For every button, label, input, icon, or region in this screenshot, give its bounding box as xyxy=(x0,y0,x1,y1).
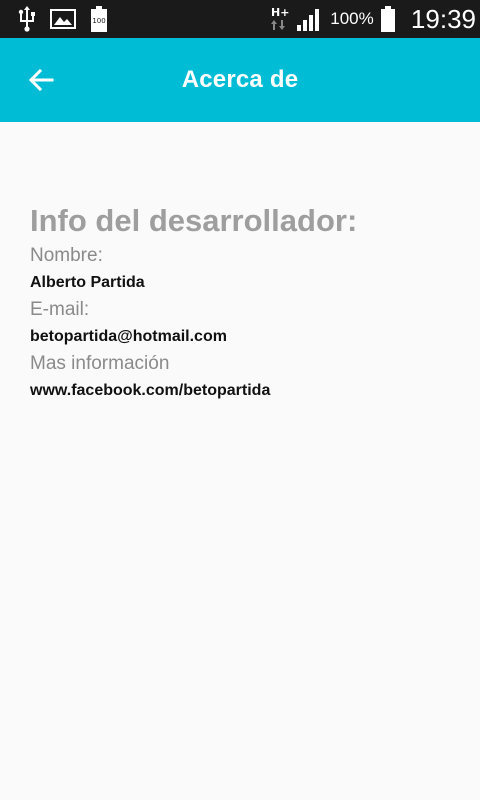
facebook-link[interactable]: www.facebook.com/betopartida xyxy=(30,378,460,404)
usb-icon xyxy=(14,0,40,38)
back-button[interactable] xyxy=(18,58,64,102)
email-value[interactable]: betopartida@hotmail.com xyxy=(30,324,460,350)
name-label: Nombre: xyxy=(30,245,103,266)
network-label: H+ xyxy=(271,6,289,19)
signal-icon xyxy=(296,0,324,38)
battery-full-icon: 100 xyxy=(88,0,110,38)
battery-percent: 100% xyxy=(330,9,374,28)
developer-heading: Info del desarrollador: xyxy=(30,203,358,238)
battery-small-label: 100 xyxy=(92,17,105,25)
gallery-icon xyxy=(48,0,78,38)
arrow-left-icon xyxy=(28,68,54,92)
status-bar: 100 H+ 100% 19:39 xyxy=(0,0,480,38)
name-value: Alberto Partida xyxy=(30,274,145,291)
hplus-network-icon: H+ xyxy=(268,0,292,38)
battery-icon xyxy=(378,0,398,38)
page-title: Acerca de xyxy=(181,66,299,93)
developer-info: Info del desarrollador: Nombre: Alberto … xyxy=(30,200,460,404)
status-clock: 19:39 xyxy=(410,3,476,34)
more-info-label: Mas información xyxy=(30,353,170,374)
email-label: E-mail: xyxy=(30,299,90,320)
app-bar: Acerca de xyxy=(0,38,480,122)
